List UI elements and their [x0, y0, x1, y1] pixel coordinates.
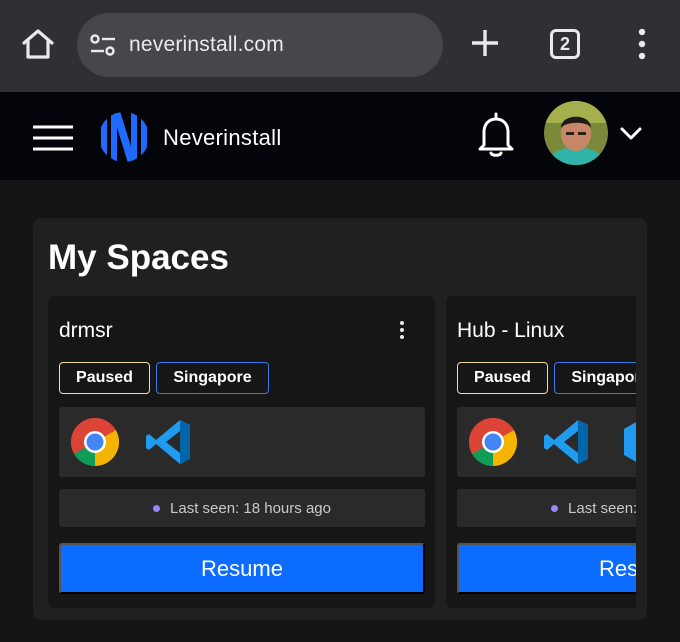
space-card[interactable]: drmsr Paused Singapore Last seen: 18 hou… — [48, 296, 435, 608]
vscode-icon[interactable] — [144, 417, 194, 467]
space-options-icon[interactable] — [396, 320, 408, 340]
browser-toolbar: neverinstall.com 2 — [0, 0, 680, 92]
tab-switcher-button[interactable]: 2 — [550, 29, 580, 59]
user-avatar[interactable] — [544, 101, 608, 165]
spaces-carousel[interactable]: drmsr Paused Singapore Last seen: 18 hou… — [48, 296, 636, 608]
url-text[interactable]: neverinstall.com — [129, 33, 284, 57]
my-spaces-panel: My Spaces drmsr Paused Singapore Last se… — [33, 218, 647, 620]
region-badge: Singapore — [554, 362, 636, 394]
resume-button[interactable]: Resume — [457, 543, 636, 594]
hamburger-menu-icon[interactable] — [33, 125, 73, 151]
new-tab-icon[interactable] — [468, 26, 502, 60]
more-options-icon[interactable] — [630, 26, 654, 62]
resume-button[interactable]: Resume — [59, 543, 425, 594]
chevron-down-icon[interactable] — [620, 127, 642, 141]
status-badge: Paused — [457, 362, 548, 394]
space-name: Hub - Linux — [457, 319, 565, 342]
region-badge: Singapore — [156, 362, 269, 394]
address-bar[interactable]: neverinstall.com — [77, 13, 443, 77]
space-name: drmsr — [59, 319, 113, 342]
installed-apps — [457, 407, 636, 477]
page-title: My Spaces — [48, 238, 229, 277]
installed-apps — [59, 407, 425, 477]
vscode-icon[interactable] — [542, 417, 592, 467]
main-content: My Spaces drmsr Paused Singapore Last se… — [0, 180, 680, 642]
app-icon[interactable] — [620, 417, 636, 467]
last-seen-text: Last seen: 18 hours ago — [170, 499, 331, 517]
last-seen-info: Last seen: 18 hours ago — [59, 489, 425, 527]
chrome-icon[interactable] — [70, 417, 120, 467]
status-dot-icon — [153, 504, 161, 512]
chrome-icon[interactable] — [468, 417, 518, 467]
site-settings-icon[interactable] — [90, 33, 116, 57]
space-card[interactable]: Hub - Linux Paused Singapore — [446, 296, 636, 608]
notification-bell-icon[interactable] — [476, 112, 516, 158]
status-badge: Paused — [59, 362, 150, 394]
app-header: Neverinstall — [0, 92, 680, 180]
status-dot-icon — [551, 504, 559, 512]
brand-name[interactable]: Neverinstall — [163, 125, 282, 151]
home-icon[interactable] — [20, 26, 56, 62]
neverinstall-logo-icon[interactable] — [98, 111, 150, 163]
last-seen-text: Last seen: 18 hours ago — [568, 499, 636, 517]
last-seen-info: Last seen: 18 hours ago — [457, 489, 636, 527]
